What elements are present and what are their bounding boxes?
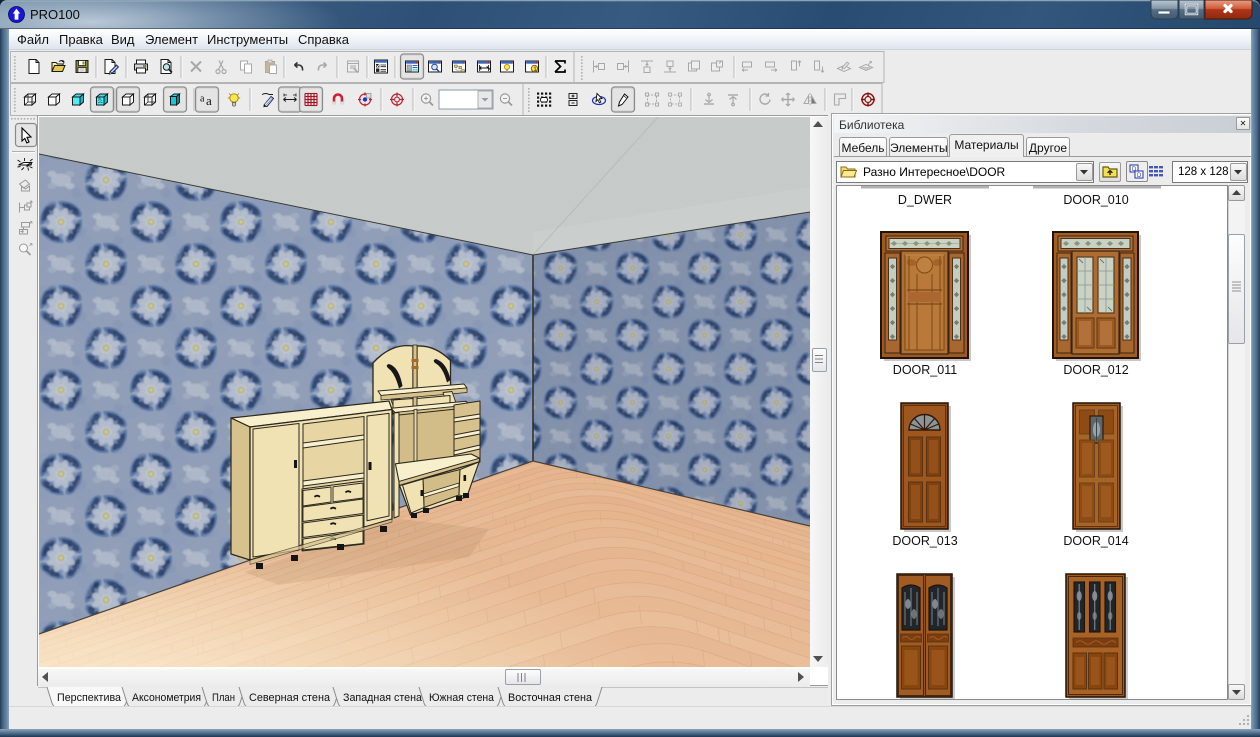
svg-text:DOOR_012: DOOR_012 xyxy=(1063,363,1128,377)
svg-text:a: a xyxy=(200,94,205,105)
svg-text:План: План xyxy=(212,692,235,704)
svg-text:DOOR_010: DOOR_010 xyxy=(1063,193,1128,207)
svg-text:D: D xyxy=(1137,173,1142,179)
svg-text:Аксонометрия: Аксонометрия xyxy=(132,692,201,704)
svg-text:D_DWER: D_DWER xyxy=(898,193,952,207)
svg-text:DOOR_013: DOOR_013 xyxy=(892,534,957,548)
svg-text:1: 1 xyxy=(533,66,537,73)
svg-text:Восточная стена: Восточная стена xyxy=(508,692,592,704)
svg-text:Перспектива: Перспектива xyxy=(57,692,121,704)
svg-text:Западная стена: Западная стена xyxy=(343,692,422,704)
svg-text:DOOR_014: DOOR_014 xyxy=(1063,534,1128,548)
svg-text:Северная стена: Северная стена xyxy=(249,692,330,704)
svg-text:a: a xyxy=(206,93,212,108)
svg-text:DOOR_011: DOOR_011 xyxy=(893,363,957,377)
svg-text:Южная стена: Южная стена xyxy=(429,692,494,704)
